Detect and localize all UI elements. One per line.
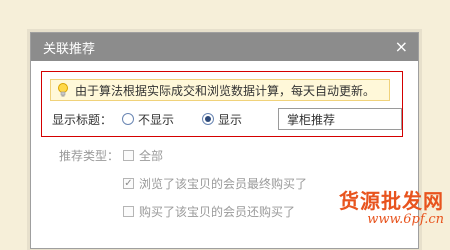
notice-text: 由于算法根据实际成交和浏览数据计算，每天自动更新。 (75, 83, 376, 98)
checkbox-all[interactable]: 全部 (123, 147, 163, 164)
checkbox-viewed-label: 浏览了该宝贝的会员最终购买了 (139, 177, 308, 191)
display-title-label: 显示标题： (52, 112, 113, 127)
dialog-titlebar: 关联推荐 × (31, 33, 418, 61)
radio-circle-selected[interactable] (202, 113, 215, 125)
watermark-url: www.6pf.cn (367, 212, 444, 227)
close-icon[interactable]: × (395, 39, 408, 55)
display-title-row: 显示标题： 不显示 显示 (52, 108, 402, 130)
checkbox-box-checked[interactable]: ✓ (123, 178, 134, 189)
radio-circle[interactable] (122, 113, 135, 125)
radio-show-title[interactable]: 显示 (202, 111, 242, 128)
checkbox-all-label: 全部 (139, 149, 164, 163)
highlight-box: 由于算法根据实际成交和浏览数据计算，每天自动更新。 显示标题： 不显示 显示 (41, 71, 403, 137)
checkbox-bought-also-bought[interactable]: 购买了该宝贝的会员还购买了 (123, 203, 295, 220)
radio-hide-label: 不显示 (138, 112, 175, 127)
site-watermark: 货源批发网 www.6pf.cn (339, 190, 444, 228)
title-text-input[interactable] (278, 108, 402, 130)
recommend-type-label: 推荐类型： (59, 149, 120, 163)
watermark-title: 货源批发网 (339, 189, 444, 213)
checkbox-bought-label: 购买了该宝贝的会员还购买了 (139, 205, 296, 219)
dialog-title: 关联推荐 (43, 41, 96, 57)
radio-hide-title[interactable]: 不显示 (122, 111, 174, 128)
auto-update-notice: 由于算法根据实际成交和浏览数据计算，每天自动更新。 (50, 79, 390, 101)
checkbox-box[interactable] (123, 150, 134, 161)
checkbox-viewed-then-bought[interactable]: ✓ 浏览了该宝贝的会员最终购买了 (123, 175, 307, 192)
checkbox-box[interactable] (123, 206, 134, 217)
lightbulb-icon (55, 82, 71, 98)
radio-show-label: 显示 (218, 112, 243, 127)
